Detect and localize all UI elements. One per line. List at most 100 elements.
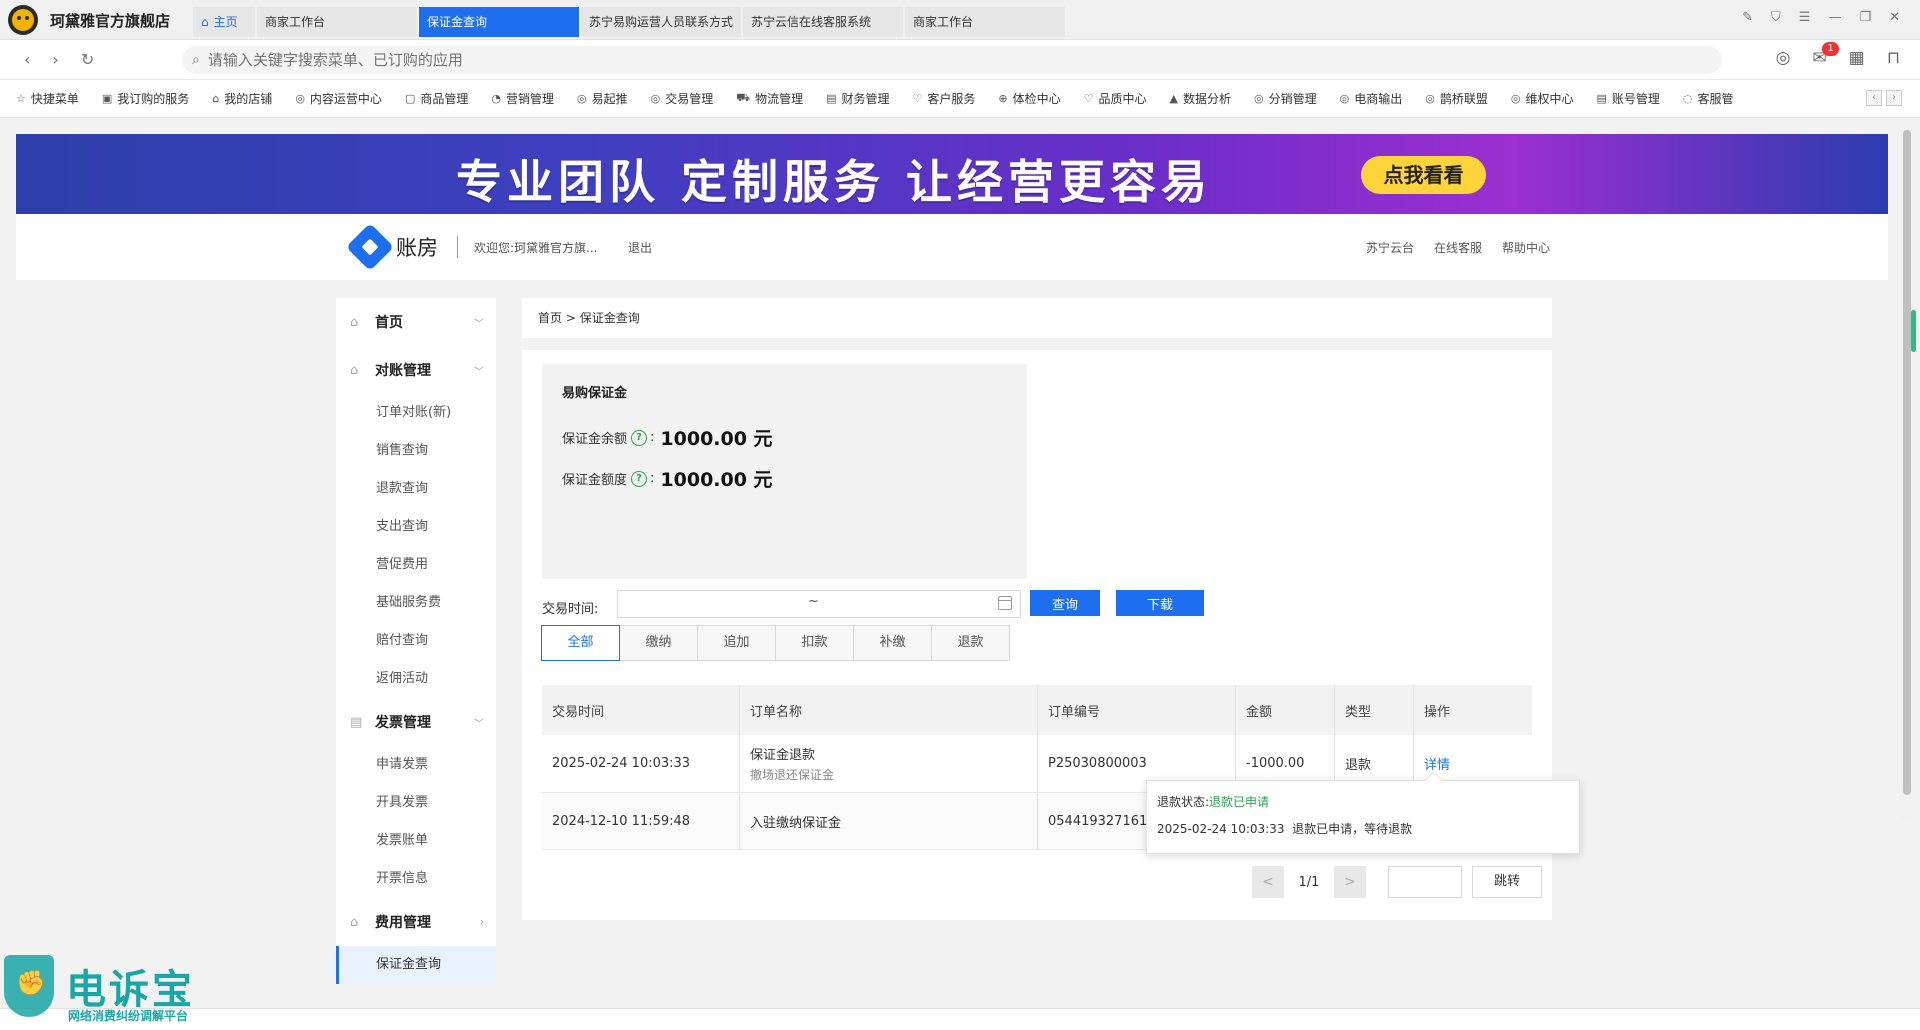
tab-merchant-workbench-2[interactable]: 商家工作台 [905, 7, 1065, 37]
restore-icon[interactable]: ❐ [1859, 10, 1871, 25]
scrollbar-thumb[interactable] [1903, 130, 1911, 795]
menu-item-6[interactable]: ◎ 易起推 [577, 90, 628, 107]
sidebar-item-sales[interactable]: 销售查询 [336, 432, 496, 470]
calendar-icon[interactable] [998, 596, 1012, 610]
bag-icon[interactable]: ⊓ [1887, 48, 1900, 68]
menu-icon[interactable]: ☰ [1799, 10, 1811, 25]
sidebar-item-invoice-info[interactable]: 开票信息 [336, 860, 496, 898]
menu-scroll-left-icon[interactable]: ‹ [1866, 90, 1882, 106]
menu-item-label: 账号管理 [1611, 92, 1660, 106]
sidebar-item-promo-fee[interactable]: 营促费用 [336, 546, 496, 584]
menu-item-2[interactable]: ⌂ 我的店铺 [212, 90, 272, 107]
sidebar-group-home[interactable]: ⌂ 首页 ﹀ [336, 298, 496, 346]
close-icon[interactable]: ✕ [1889, 10, 1900, 25]
date-range-picker[interactable]: ~ [617, 590, 1021, 618]
sidebar-group-recon[interactable]: ⌂ 对账管理 ﹀ [336, 346, 496, 394]
menu-item-13[interactable]: ▲ 数据分析 [1170, 90, 1231, 107]
menu-item-17[interactable]: ◎ 维权中心 [1511, 90, 1574, 107]
menu-item-16[interactable]: ◎ 鹊桥联盟 [1425, 90, 1488, 107]
menu-item-7[interactable]: ◎ 交易管理 [651, 90, 714, 107]
menu-item-label: 鹊桥联盟 [1439, 92, 1488, 106]
sidebar-item-apply-invoice[interactable]: 申请发票 [336, 746, 496, 784]
page-jump-button[interactable]: 跳转 [1472, 866, 1542, 898]
menu-item-icon: ◌ [1682, 92, 1693, 105]
tab-refund[interactable]: 退款 [931, 625, 1010, 661]
tab-deposit-query[interactable]: 保证金查询 [419, 7, 579, 37]
download-button[interactable]: 下载 [1116, 590, 1204, 616]
tooltip-detail-line: 2025-02-24 10:03:33 退款已申请，等待退款 [1157, 820, 1569, 837]
menu-item-11[interactable]: ⊕ 体检中心 [998, 90, 1060, 107]
tab-deduct[interactable]: 扣款 [775, 625, 854, 661]
minimize-icon[interactable]: — [1828, 10, 1841, 25]
col-header-name: 订单名称 [740, 685, 1038, 735]
promo-banner[interactable]: 专业团队 定制服务 让经营更容易 点我看看 [16, 134, 1888, 214]
menu-scroll-right-icon[interactable]: › [1886, 90, 1902, 106]
online-service-link[interactable]: 在线客服 [1434, 239, 1482, 256]
back-icon[interactable]: ‹ [24, 50, 30, 69]
menu-item-label: 我订购的服务 [117, 92, 190, 106]
menu-item-3[interactable]: ◎ 内容运营中心 [295, 90, 382, 107]
sidebar-item-deposit-query[interactable]: 保证金查询 [336, 946, 496, 984]
edit-icon[interactable]: ✎ [1742, 10, 1753, 25]
deposit-card: 易购保证金 保证金余额 ?: 1000.00 元 保证金额度 ?: 1000.0… [542, 364, 1027, 579]
tab-repay[interactable]: 补缴 [853, 625, 932, 661]
tab-add[interactable]: 追加 [697, 625, 776, 661]
menu-item-1[interactable]: ▣ 我订购的服务 [102, 90, 189, 107]
menu-item-10[interactable]: ♡ 客户服务 [913, 90, 976, 107]
sidebar-group-invoice[interactable]: ▤ 发票管理 ﹀ [336, 698, 496, 746]
sidebar-item-rebate[interactable]: 返佣活动 [336, 660, 496, 698]
menu-item-19[interactable]: ◌ 客服管 [1683, 90, 1734, 107]
detail-link[interactable]: 详情 [1424, 754, 1532, 773]
sidebar-item-issue-invoice[interactable]: 开具发票 [336, 784, 496, 822]
sidebar-item-expense[interactable]: 支出查询 [336, 508, 496, 546]
tab-merchant-workbench[interactable]: 商家工作台 [257, 7, 417, 37]
prev-page-button[interactable]: < [1252, 866, 1284, 898]
sidebar-item-refund[interactable]: 退款查询 [336, 470, 496, 508]
sidebar-item-base-fee[interactable]: 基础服务费 [336, 584, 496, 622]
tab-home[interactable]: ⌂ 主页 [193, 7, 255, 37]
refresh-icon[interactable]: ↻ [81, 50, 94, 69]
sidebar-group-fee[interactable]: ⌂ 费用管理 › [336, 898, 496, 946]
page-jump-input[interactable] [1388, 866, 1462, 898]
breadcrumb-home[interactable]: 首页 [538, 311, 562, 325]
chevron-down-icon: ﹀ [474, 318, 484, 330]
logout-link[interactable]: 退出 [628, 239, 652, 256]
shirt-icon[interactable]: ⛉ [1771, 10, 1781, 25]
tab-pay[interactable]: 缴纳 [619, 625, 698, 661]
menu-item-4[interactable]: ▢ 商品管理 [405, 90, 468, 107]
chevron-right-icon: › [480, 916, 484, 928]
watermark: 电诉宝 网络消费纠纷调解平台 [0, 955, 260, 1030]
help-icon[interactable]: ? [631, 429, 648, 446]
suning-yuntai-link[interactable]: 苏宁云台 [1366, 239, 1414, 256]
sidebar-item-order-recon[interactable]: 订单对账(新) [336, 394, 496, 432]
help-center-link[interactable]: 帮助中心 [1502, 239, 1550, 256]
menu-item-icon: ▤ [826, 92, 837, 105]
banner-button[interactable]: 点我看看 [1361, 156, 1486, 194]
banner-text: 专业团队 定制服务 让经营更容易 [456, 155, 1213, 209]
sidebar-item-compensation[interactable]: 赔付查询 [336, 622, 496, 660]
tab-all[interactable]: 全部 [541, 625, 620, 661]
menu-item-18[interactable]: ▤ 账号管理 [1597, 90, 1660, 107]
query-button[interactable]: 查询 [1030, 590, 1100, 616]
menu-item-15[interactable]: ◎ 电商输出 [1340, 90, 1403, 107]
message-icon[interactable]: ✉ 1 [1812, 42, 1839, 68]
sidebar-group-label: 首页 [375, 315, 403, 331]
help-icon[interactable]: ? [631, 470, 648, 487]
menu-item-8[interactable]: ⛟ 物流管理 [736, 90, 803, 107]
tab-suning-contacts[interactable]: 苏宁易购运营人员联系方式 [581, 7, 741, 37]
col-header-action: 操作 [1424, 704, 1451, 720]
order-subtitle: 撤场退还保证金 [750, 768, 835, 782]
tab-yunxin-service[interactable]: 苏宁云信在线客服系统 [743, 7, 903, 37]
menu-item-0[interactable]: ☆ 快捷菜单 [16, 90, 79, 107]
next-page-button[interactable]: > [1334, 866, 1366, 898]
vertical-scrollbar[interactable] [1902, 130, 1912, 820]
sidebar-item-invoice-bill[interactable]: 发票账单 [336, 822, 496, 860]
menu-item-12[interactable]: ♡ 品质中心 [1084, 90, 1147, 107]
menu-item-14[interactable]: ◎ 分销管理 [1254, 90, 1317, 107]
forward-icon[interactable]: › [52, 50, 58, 69]
menu-item-5[interactable]: ◔ 营销管理 [491, 90, 554, 107]
apps-grid-icon[interactable]: ▦ [1849, 48, 1865, 68]
search-input[interactable] [207, 51, 1708, 69]
menu-item-9[interactable]: ▤ 财务管理 [826, 90, 889, 107]
service-icon[interactable]: ◎ [1776, 48, 1791, 68]
